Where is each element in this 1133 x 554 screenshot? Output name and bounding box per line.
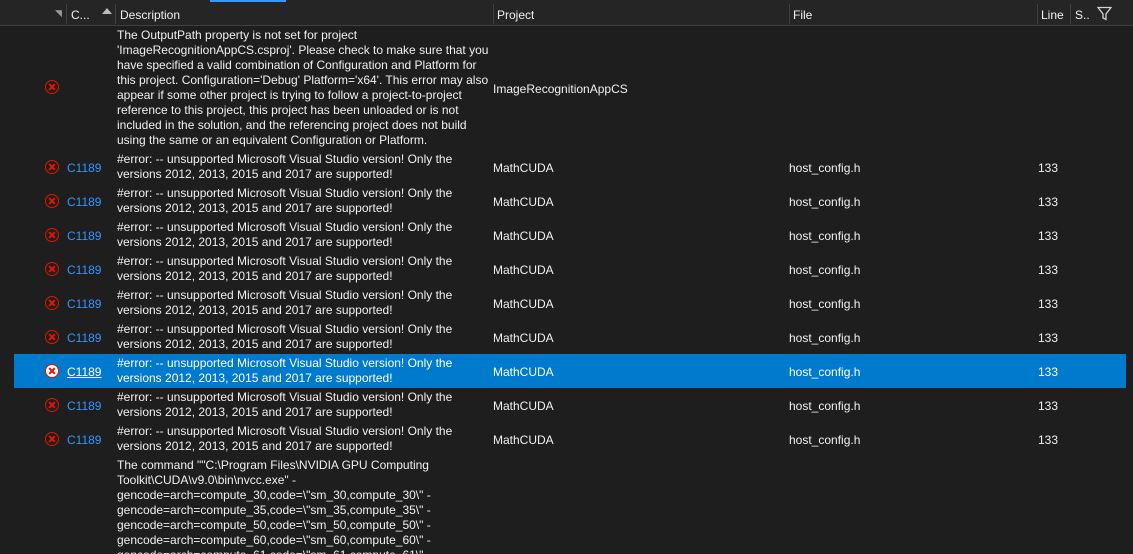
error-list-header: ◥ C... Description Project File Line S.. [0,0,1133,26]
column-separator[interactable] [1037,4,1038,24]
error-file: host_config.h [789,195,861,209]
error-description: #error: -- unsupported Microsoft Visual … [117,322,453,351]
filter-icon[interactable] [1097,6,1112,21]
error-project: MathCUDA [493,195,554,209]
error-project: MathCUDA [493,229,554,243]
error-line: 133 [1038,297,1059,311]
error-icon [45,364,59,378]
file-column-header[interactable]: File [793,0,812,26]
error-file: host_config.h [789,161,861,175]
error-icon [45,80,59,94]
error-project: MathCUDA [493,399,554,413]
error-line: 133 [1038,399,1059,413]
error-line: 133 [1038,263,1059,277]
error-code-link[interactable]: C1189 [67,365,101,379]
error-description: The command ""C:\Program Files\NVIDIA GP… [117,458,431,554]
error-row[interactable]: C1189 #error: -- unsupported Microsoft V… [14,286,1126,320]
error-code-link[interactable]: C1189 [67,263,101,277]
error-list: The OutputPath property is not set for p… [0,26,1133,554]
column-separator[interactable] [66,4,67,24]
column-separator[interactable] [115,4,116,24]
error-line: 133 [1038,229,1059,243]
error-code-link[interactable]: C1189 [67,433,101,447]
error-description: #error: -- unsupported Microsoft Visual … [117,424,453,453]
description-column-header[interactable]: Description [120,0,180,26]
error-description: #error: -- unsupported Microsoft Visual … [117,288,453,317]
error-description: #error: -- unsupported Microsoft Visual … [117,356,453,385]
error-icon [45,160,59,174]
error-file: host_config.h [789,263,861,277]
error-row[interactable]: C1189 #error: -- unsupported Microsoft V… [14,252,1126,286]
error-project: MathCUDA [493,263,554,277]
error-description: #error: -- unsupported Microsoft Visual … [117,254,453,283]
error-file: host_config.h [789,297,861,311]
error-project: MathCUDA [493,161,554,175]
column-separator[interactable] [493,4,494,24]
error-row[interactable]: C1189 #error: -- unsupported Microsoft V… [14,422,1126,456]
column-separator[interactable] [789,4,790,24]
error-description: #error: -- unsupported Microsoft Visual … [117,186,453,215]
error-icon [45,296,59,310]
error-icon [45,228,59,242]
error-row[interactable]: C1189 #error: -- unsupported Microsoft V… [14,388,1126,422]
error-file: host_config.h [789,399,861,413]
error-line: 133 [1038,195,1059,209]
error-file: host_config.h [789,331,861,345]
error-icon [45,330,59,344]
error-code-link[interactable]: C1189 [67,229,101,243]
error-code-link[interactable]: C1189 [67,297,101,311]
error-line: 133 [1038,433,1059,447]
error-row[interactable]: C1189 #error: -- unsupported Microsoft V… [14,184,1126,218]
error-code-link[interactable]: C1189 [67,399,101,413]
error-line: 133 [1038,161,1059,175]
error-project: MathCUDA [493,365,554,379]
error-project: ImageRecognitionAppCS [493,82,628,96]
error-description: #error: -- unsupported Microsoft Visual … [117,220,453,249]
project-column-header[interactable]: Project [497,0,534,26]
error-row[interactable]: C1189 #error: -- unsupported Microsoft V… [14,150,1126,184]
code-column-header[interactable]: C... [71,0,93,26]
error-code-link[interactable]: C1189 [67,195,101,209]
error-description: The OutputPath property is not set for p… [117,28,489,147]
error-project: MathCUDA [493,433,554,447]
error-row[interactable]: C1189 #error: -- unsupported Microsoft V… [14,218,1126,252]
error-file: host_config.h [789,229,861,243]
error-line: 133 [1038,331,1059,345]
error-icon [45,262,59,276]
error-icon [45,398,59,412]
error-file: host_config.h [789,365,861,379]
error-code-link[interactable]: C1189 [67,161,101,175]
error-row[interactable]: The OutputPath property is not set for p… [14,26,1126,150]
sort-ascending-icon [102,8,112,14]
error-row[interactable]: The command ""C:\Program Files\NVIDIA GP… [14,456,1126,554]
column-options-icon[interactable]: ◥ [55,8,62,19]
error-project: MathCUDA [493,297,554,311]
column-separator[interactable] [1070,4,1071,24]
error-file: host_config.h [789,433,861,447]
error-line: 133 [1038,365,1059,379]
error-row-selected[interactable]: C1189 #error: -- unsupported Microsoft V… [14,354,1126,388]
error-icon [45,194,59,208]
error-project: MathCUDA [493,331,554,345]
error-description: #error: -- unsupported Microsoft Visual … [117,152,453,181]
error-row[interactable]: C1189 #error: -- unsupported Microsoft V… [14,320,1126,354]
suppression-column-header[interactable]: S.. [1075,0,1091,26]
error-icon [45,432,59,446]
line-column-header[interactable]: Line [1041,0,1064,26]
error-code-link[interactable]: C1189 [67,331,101,345]
error-description: #error: -- unsupported Microsoft Visual … [117,390,453,419]
tab-indicator [210,0,286,2]
